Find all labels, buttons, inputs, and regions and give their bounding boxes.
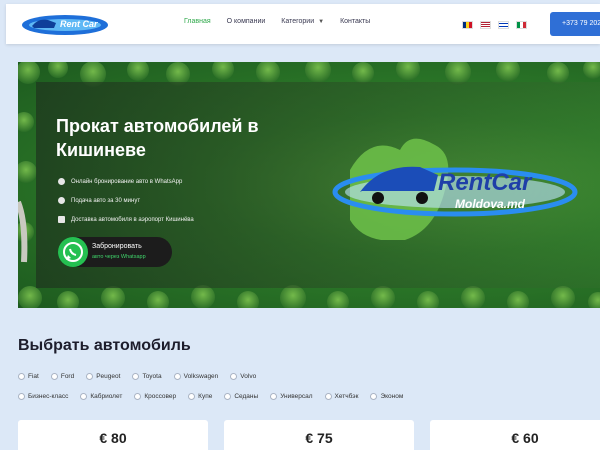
whatsapp-booking-button[interactable]: Забронировать авто через Whatsapp <box>58 237 172 267</box>
filter-economy[interactable]: Эконом <box>370 393 403 400</box>
nav-home[interactable]: Главная <box>184 18 211 25</box>
hero-title: Прокат автомобилей в Кишиневе <box>56 116 259 160</box>
nav-contacts[interactable]: Контакты <box>340 18 370 25</box>
radio-icon <box>270 393 278 400</box>
filter-label: Кроссовер <box>144 393 177 400</box>
radio-icon <box>188 393 196 400</box>
radio-icon <box>324 393 332 400</box>
filter-label: Хетчбэк <box>334 393 359 400</box>
radio-icon <box>50 373 58 380</box>
hero-logo-line1: RentCar <box>438 169 533 196</box>
feature-delivery-time-text: Подача авто за 30 минут <box>71 197 141 204</box>
filter-label: Volkswagen <box>183 373 219 380</box>
radio-icon <box>230 373 238 380</box>
filter-label: Седаны <box>234 393 259 400</box>
logo-text: Rent Car <box>60 19 98 29</box>
flag-usa-icon[interactable] <box>480 21 491 29</box>
feature-airport: Доставка автомобиля в аэропорт Кишинёва <box>58 216 194 223</box>
filter-sedan[interactable]: Седаны <box>224 393 258 400</box>
main-nav: Главная О компании Категории ▼ Контакты <box>184 18 386 25</box>
filter-label: Эконом <box>380 393 404 400</box>
filter-label: Ford <box>60 373 75 380</box>
car-price: € 80 <box>99 430 127 446</box>
clock-icon <box>58 197 65 204</box>
filter-label: Volvo <box>240 373 257 380</box>
radio-icon <box>86 373 94 380</box>
filter-cabriolet[interactable]: Кабриолет <box>80 393 122 400</box>
filter-volvo[interactable]: Volvo <box>230 373 256 380</box>
pin-icon <box>58 216 65 223</box>
feature-airport-text: Доставка автомобиля в аэропорт Кишинёва <box>71 216 194 223</box>
filter-label: Peugeot <box>96 373 121 380</box>
filter-label: Fiat <box>28 373 39 380</box>
radio-icon <box>18 393 25 400</box>
rentcar-moldova-logo: RentCar Moldova.md <box>332 138 578 240</box>
filter-business[interactable]: Бизнес-класс <box>18 393 68 400</box>
radio-icon <box>132 373 140 380</box>
flag-israel-icon[interactable] <box>498 21 509 29</box>
logo[interactable]: Rent Car <box>20 12 110 36</box>
whatsapp-button-title: Забронировать <box>92 243 142 250</box>
flag-romania-icon[interactable] <box>462 21 473 29</box>
filter-crossover[interactable]: Кроссовер <box>134 393 176 400</box>
radio-icon <box>134 393 142 400</box>
radio-icon <box>173 373 181 380</box>
feature-delivery-time: Подача авто за 30 минут <box>58 197 140 204</box>
section-title: Выбрать автомобиль <box>18 337 191 354</box>
filter-label: Универсал <box>280 393 313 400</box>
nav-categories-label: Категории <box>281 18 315 25</box>
nav-categories[interactable]: Категории ▼ <box>281 18 324 25</box>
filter-peugeot[interactable]: Peugeot <box>86 373 120 380</box>
radio-icon <box>18 373 25 380</box>
chevron-down-icon: ▼ <box>318 19 325 25</box>
language-switcher <box>462 21 527 29</box>
filter-label: Бизнес-класс <box>28 393 69 400</box>
chat-icon <box>58 178 65 185</box>
filter-toyota[interactable]: Toyota <box>132 373 162 380</box>
filter-wagon[interactable]: Универсал <box>270 393 313 400</box>
radio-icon <box>80 393 88 400</box>
flag-italy-icon[interactable] <box>516 21 527 29</box>
hero-logo-line2: Moldova.md <box>455 197 526 211</box>
filter-label: Кабриолет <box>90 393 123 400</box>
whatsapp-button-subtitle: авто через Whatsapp <box>92 254 146 260</box>
phone-button[interactable]: +373 79 2020 <box>550 12 600 36</box>
filter-fiat[interactable]: Fiat <box>18 373 39 380</box>
filter-coupe[interactable]: Купе <box>188 393 212 400</box>
whatsapp-icon <box>58 237 88 267</box>
feature-whatsapp-text: Онлайн бронирование авто в WhatsApp <box>71 178 183 185</box>
filter-ford[interactable]: Ford <box>50 373 75 380</box>
filter-label: Купе <box>198 393 213 400</box>
nav-about[interactable]: О компании <box>227 18 266 25</box>
car-price: € 60 <box>511 430 539 446</box>
brand-filters: Fiat Ford Peugeot Toyota Volkswagen Volv… <box>18 373 268 380</box>
site-header: Rent Car Главная О компании Категории ▼ К… <box>6 4 600 44</box>
feature-whatsapp: Онлайн бронирование авто в WhatsApp <box>58 178 182 185</box>
filter-label: Toyota <box>142 373 162 380</box>
class-filters: Бизнес-класс Кабриолет Кроссовер Купе Се… <box>18 393 415 400</box>
filter-hatchback[interactable]: Хетчбэк <box>324 393 359 400</box>
car-price: € 75 <box>305 430 333 446</box>
radio-icon <box>224 393 232 400</box>
radio-icon <box>370 393 378 400</box>
filter-volkswagen[interactable]: Volkswagen <box>173 373 219 380</box>
